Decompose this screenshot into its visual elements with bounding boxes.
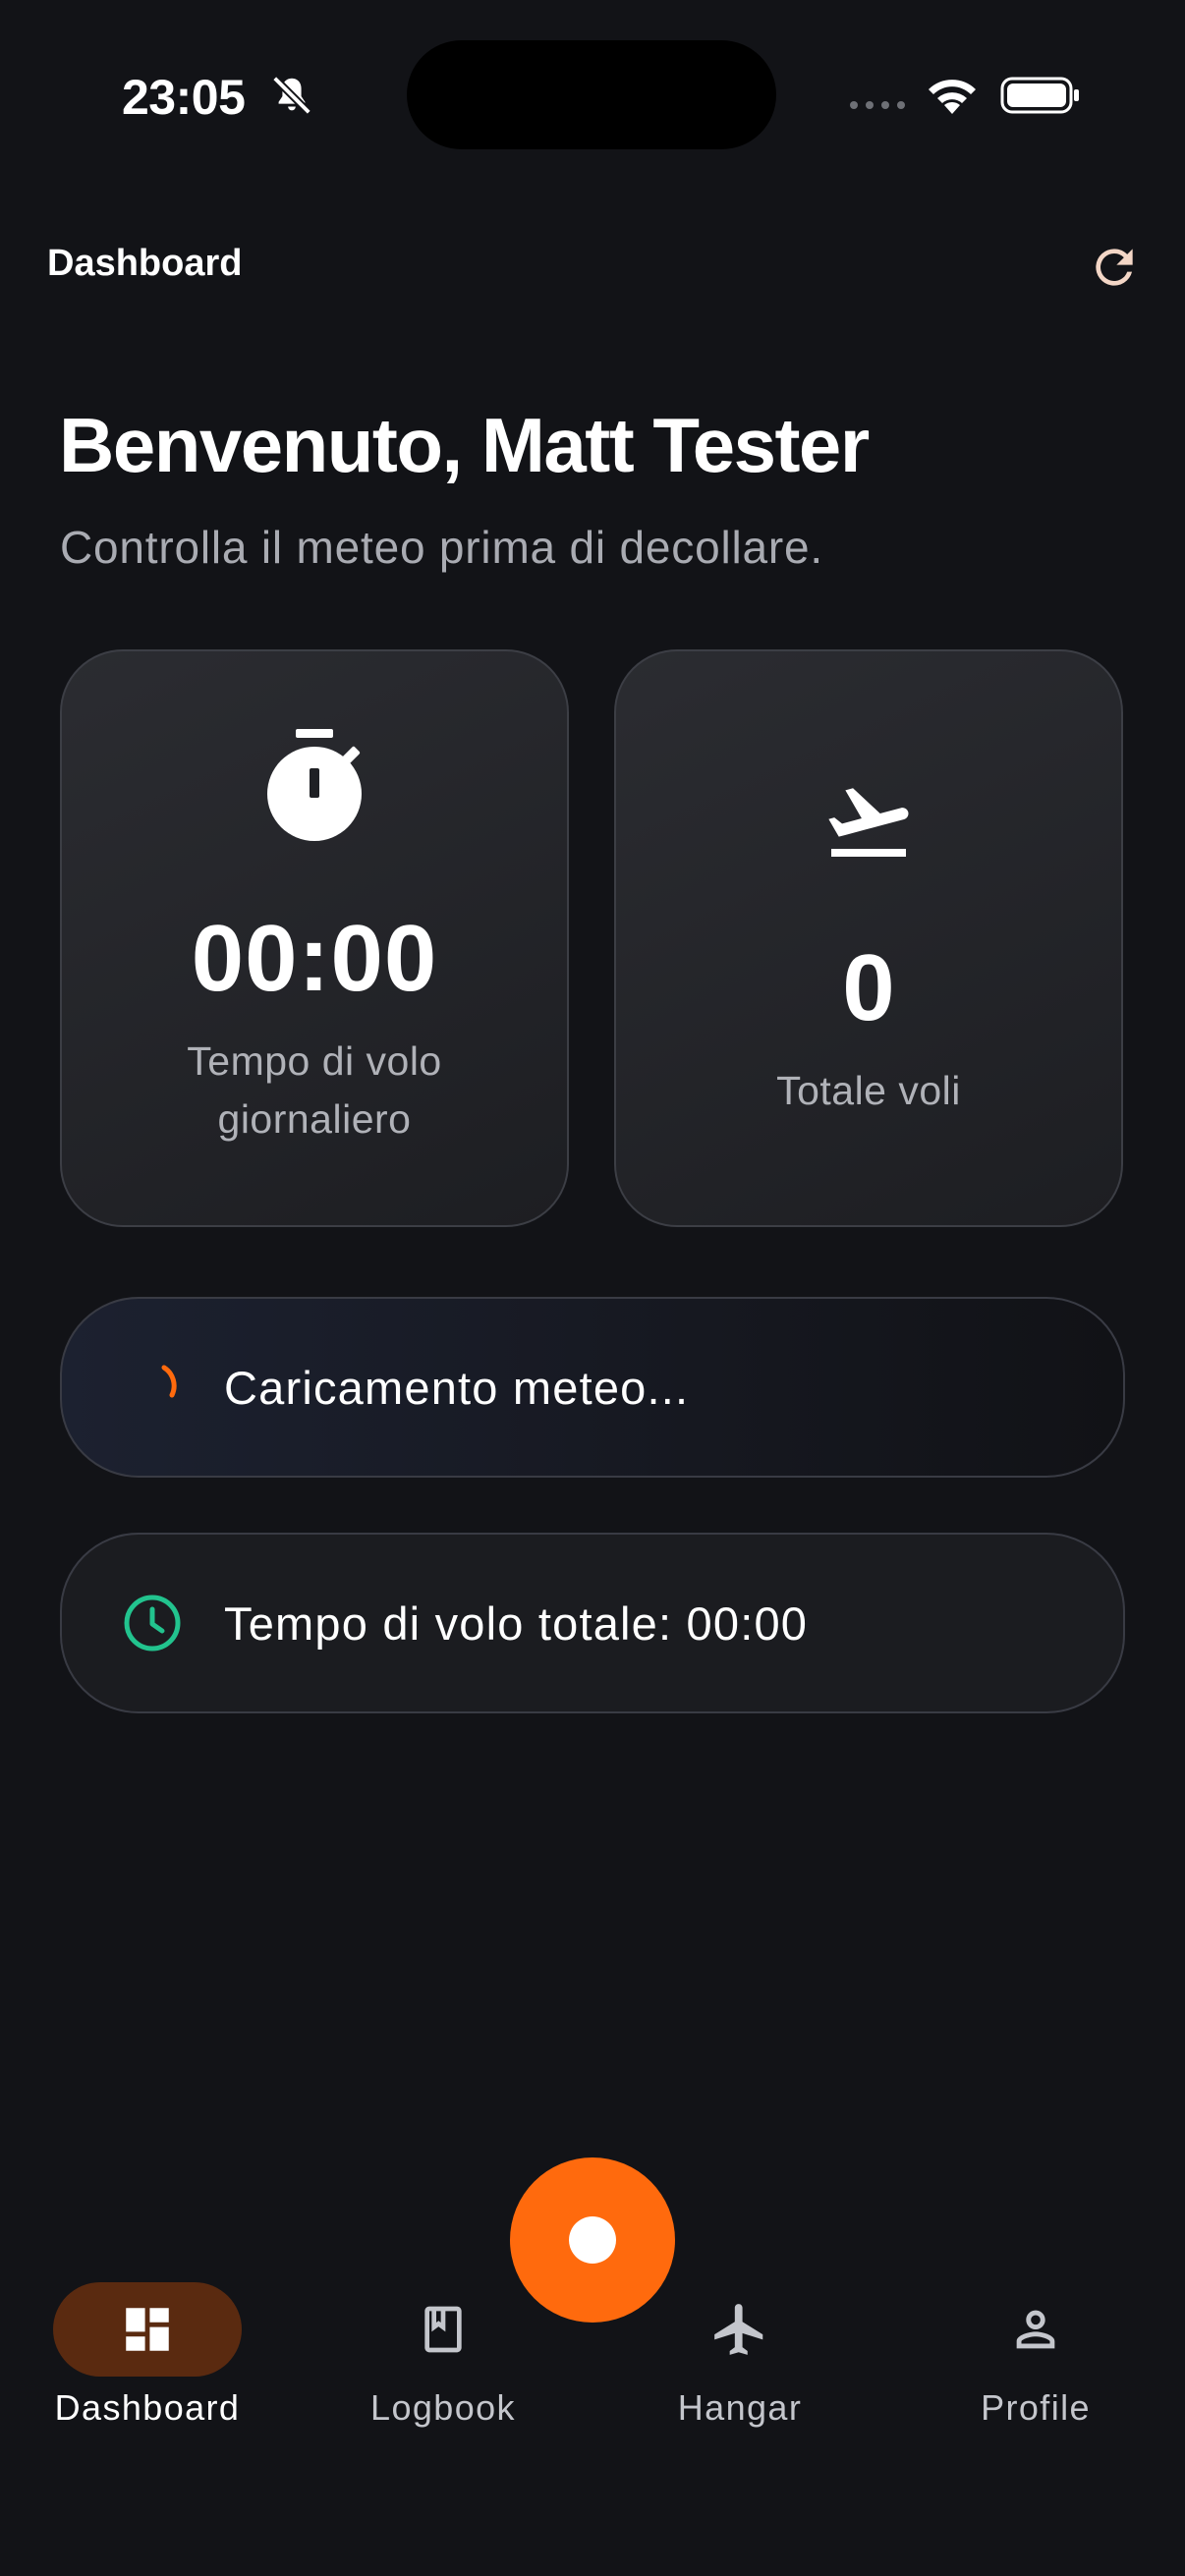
book-icon	[424, 2306, 462, 2353]
flight-takeoff-icon	[828, 788, 909, 857]
status-time: 23:05	[122, 70, 246, 125]
refresh-icon	[1096, 249, 1133, 286]
person-icon	[1016, 2310, 1055, 2349]
nav-item-hangar[interactable]: Hangar	[592, 2260, 887, 2456]
weather-status-text: Caricamento meteo...	[224, 1361, 690, 1414]
bottom-navigation: Dashboard Logbook Hangar Profile	[0, 2260, 1185, 2456]
bell-muted-icon	[272, 76, 311, 115]
dashboard-icon	[126, 2308, 169, 2351]
daily-flight-time-card: 00:00 Tempo di volo giornaliero	[60, 649, 569, 1227]
daily-flight-time-value: 00:00	[191, 906, 438, 1011]
wifi-icon	[929, 80, 976, 114]
nav-label-profile: Profile	[981, 2387, 1091, 2428]
total-flights-card: 0 Totale voli	[614, 649, 1123, 1227]
total-flights-label: Totale voli	[776, 1068, 961, 1113]
nav-label-dashboard: Dashboard	[54, 2387, 241, 2428]
nav-label-logbook: Logbook	[370, 2387, 516, 2428]
nav-item-dashboard[interactable]: Dashboard	[0, 2260, 295, 2456]
nav-active-indicator	[53, 2282, 242, 2377]
daily-flight-time-label: Tempo di volo giornaliero	[187, 1038, 442, 1142]
nav-item-profile[interactable]: Profile	[888, 2260, 1183, 2456]
nav-item-logbook[interactable]: Logbook	[296, 2260, 591, 2456]
clock-icon	[124, 1595, 181, 1652]
stopwatch-icon	[267, 729, 362, 841]
total-flight-time-text: Tempo di volo totale: 00:00	[224, 1596, 809, 1650]
welcome-heading: Benvenuto, Matt Tester	[59, 402, 870, 488]
airplane-icon	[714, 2304, 763, 2355]
welcome-subtitle: Controlla il meteo prima di decollare.	[60, 522, 823, 573]
cellular-signal-icon	[850, 101, 905, 109]
battery-icon	[1000, 77, 1079, 114]
page-title: Dashboard	[47, 243, 243, 284]
record-dot-icon	[569, 2216, 616, 2264]
loading-spinner-icon	[161, 1365, 177, 1398]
total-flights-value: 0	[842, 935, 895, 1040]
refresh-button[interactable]	[1085, 238, 1144, 297]
nav-label-hangar: Hangar	[677, 2387, 803, 2428]
total-flight-time-card: Tempo di volo totale: 00:00	[60, 1533, 1125, 1713]
dynamic-island	[407, 40, 776, 149]
weather-card[interactable]: Caricamento meteo...	[60, 1297, 1125, 1478]
